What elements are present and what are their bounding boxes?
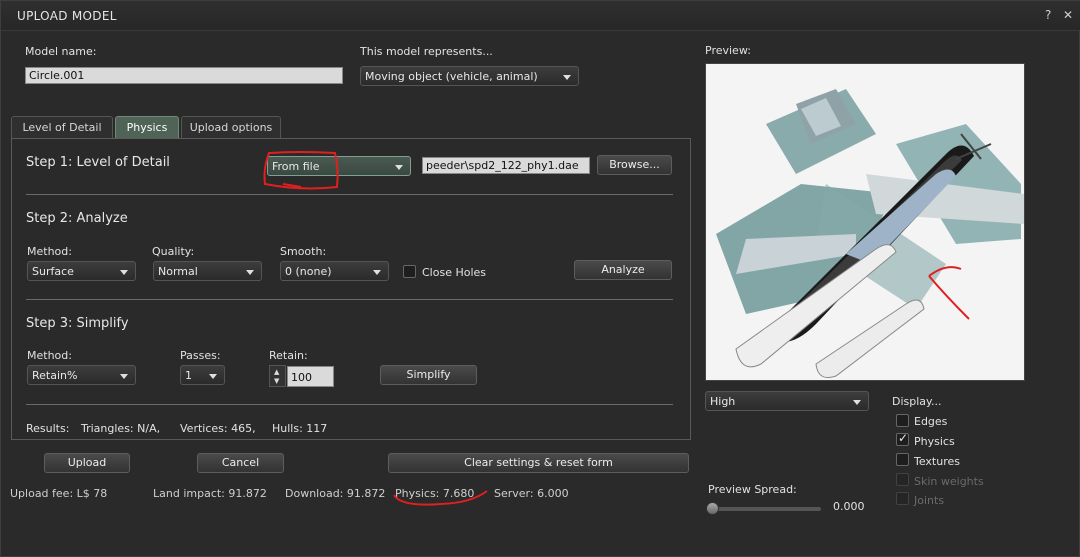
upload-model-window: UPLOAD MODEL ? ✕ Model name: Circle.001 … — [0, 0, 1080, 557]
red-annotations — [263, 151, 970, 506]
